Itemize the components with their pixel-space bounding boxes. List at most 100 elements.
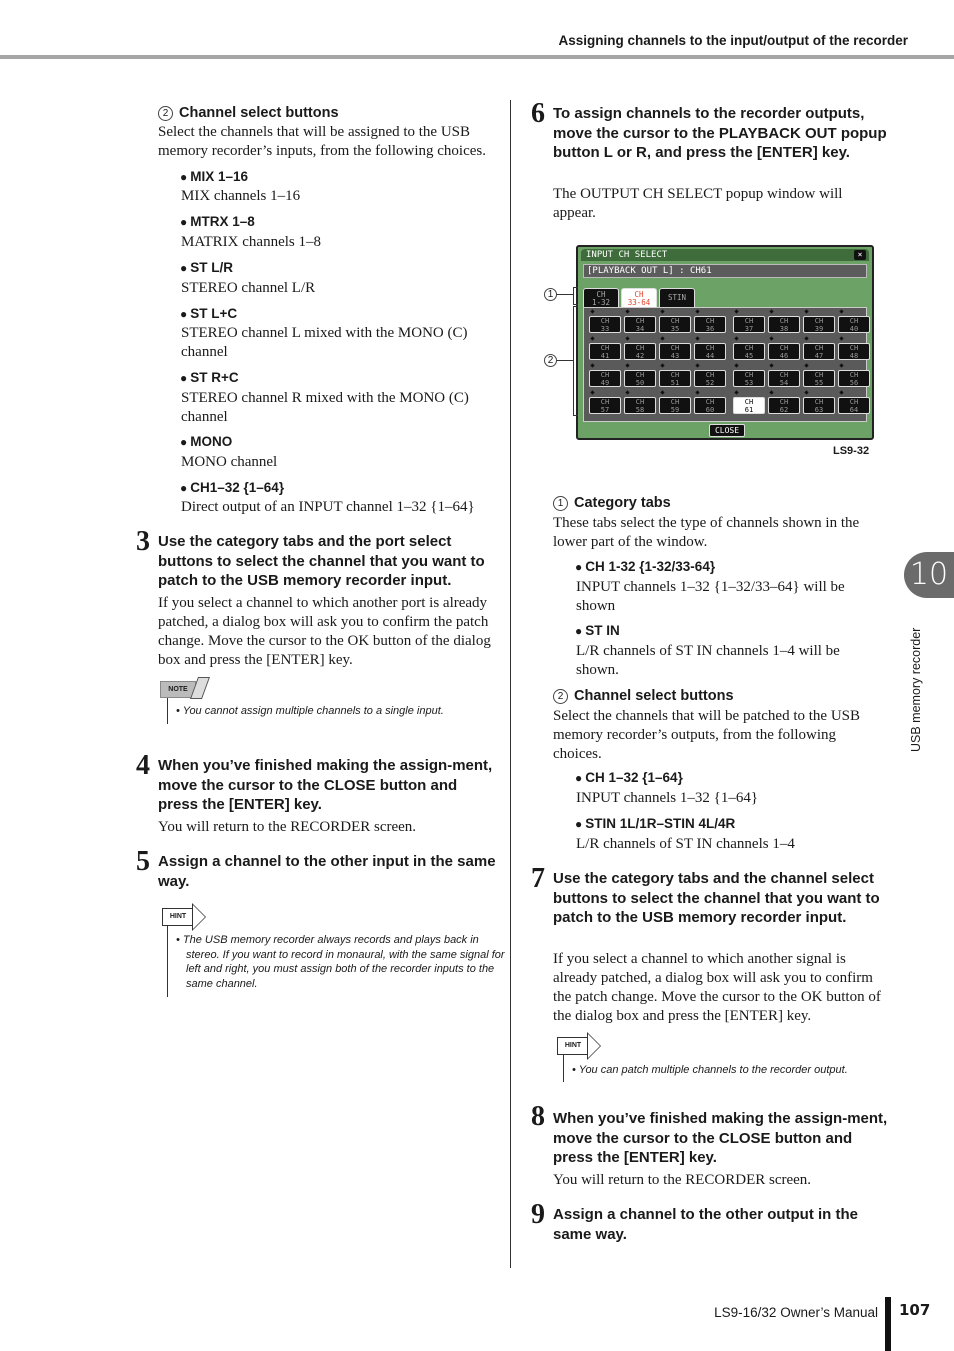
patch-indicator-icon [839,336,844,341]
channel-button-56[interactable]: CH 56 [838,370,870,387]
channel-button-57[interactable]: CH 57 [589,397,621,414]
choice-desc: STEREO channel L/R [181,280,316,296]
patch-indicator-icon [625,390,630,395]
patch-indicator-icon [769,309,774,314]
footer-manual-title: LS9-16/32 Owner’s Manual [714,1305,878,1320]
channel-button-62[interactable]: CH 62 [768,397,800,414]
step-instruction: To assign channels to the recorder outpu… [553,105,887,161]
close-button[interactable]: CLOSE [709,424,745,437]
step-instruction: When you’ve finished making the assign-m… [553,1110,888,1166]
figure-caption: LS9-32 [833,445,870,457]
step-number: 4 [136,750,150,781]
channel-button-64[interactable]: CH 64 [838,397,870,414]
channel-button-48[interactable]: CH 48 [838,343,870,360]
patch-indicator-icon [695,336,700,341]
patch-indicator-icon [839,309,844,314]
channel-button-43[interactable]: CH 43 [659,343,691,360]
patch-indicator-icon [625,336,630,341]
choice-label: CH 1–32 {1–64} [575,770,683,785]
channel-button-53[interactable]: CH 53 [733,370,765,387]
step-number: 8 [531,1101,545,1132]
hint-label: HINT [162,908,194,926]
choice-label: MIX 1–16 [180,169,248,184]
step-number: 3 [136,526,150,557]
choice-desc: STEREO channel R mixed with the MONO (C)… [181,390,469,425]
choice-desc: INPUT channels 1–32 {1–32/33–64} will be… [576,579,845,614]
channel-button-38[interactable]: CH 38 [768,316,800,333]
channel-button-60[interactable]: CH 60 [694,397,726,414]
channel-button-55[interactable]: CH 55 [803,370,835,387]
channel-button-34[interactable]: CH 34 [624,316,656,333]
channel-button-63[interactable]: CH 63 [803,397,835,414]
patch-indicator-icon [734,363,739,368]
note-rule [167,698,168,724]
channel-button-50[interactable]: CH 50 [624,370,656,387]
channel-button-42[interactable]: CH 42 [624,343,656,360]
choice-label: CH 1-32 {1-32/33-64} [575,559,715,574]
hint-rule [563,1054,564,1082]
step-instruction: When you’ve finished making the assign-m… [158,757,493,813]
patch-indicator-icon [734,390,739,395]
arrow-icon [587,1032,601,1060]
choice-desc: L/R channels of ST IN channels 1–4 [576,836,795,852]
step-instruction: Use the category tabs and the channel se… [553,870,880,926]
callout-line [556,360,573,361]
patch-indicator-icon [839,363,844,368]
channel-button-51[interactable]: CH 51 [659,370,691,387]
patch-indicator-icon [590,309,595,314]
patch-indicator-icon [660,336,665,341]
choice-label: STIN 1L/1R–STIN 4L/4R [575,816,735,831]
callout-bracket [573,306,578,416]
patch-indicator-icon [625,309,630,314]
channel-button-33[interactable]: CH 33 [589,316,621,333]
channel-button-45[interactable]: CH 45 [733,343,765,360]
choice-desc: INPUT channels 1–32 {1–64} [576,790,759,806]
channel-button-54[interactable]: CH 54 [768,370,800,387]
channel-button-47[interactable]: CH 47 [803,343,835,360]
step-text: If you select a channel to which another… [158,595,491,668]
playback-out-field: [PLAYBACK OUT L] : CH61 [583,264,867,278]
channel-button-39[interactable]: CH 39 [803,316,835,333]
choice-desc: MATRIX channels 1–8 [181,234,321,250]
chapter-tab: 10 [904,552,954,598]
channel-button-41[interactable]: CH 41 [589,343,621,360]
channel-button-61[interactable]: CH 61 [733,397,765,414]
section-text: Select the channels that will be patched… [553,708,861,762]
section-text: These tabs select the type of channels s… [553,515,860,550]
patch-indicator-icon [590,390,595,395]
choice-label: CH1–32 {1–64} [180,480,284,495]
channel-button-46[interactable]: CH 46 [768,343,800,360]
choice-desc: STEREO channel L mixed with the MONO (C)… [181,325,468,360]
channel-button-37[interactable]: CH 37 [733,316,765,333]
step-number: 6 [531,98,545,129]
channel-button-49[interactable]: CH 49 [589,370,621,387]
tab-ch-1-32[interactable]: CH 1-32 [583,288,619,307]
patch-indicator-icon [590,363,595,368]
chapter-name: USB memory recorder [909,627,923,752]
tab-stin[interactable]: STIN [659,288,695,307]
patch-indicator-icon [695,309,700,314]
channel-button-36[interactable]: CH 36 [694,316,726,333]
step-number: 9 [531,1199,545,1230]
patch-indicator-icon [804,363,809,368]
patch-indicator-icon [590,336,595,341]
tab-ch-33-64[interactable]: CH 33-64 [621,288,657,307]
running-header: Assigning channels to the input/output o… [558,33,908,48]
choice-label: ST L+C [180,306,237,321]
step-instruction: Use the category tabs and the port selec… [158,533,485,589]
section-heading-channel-select: 2 Channel select buttons [158,105,339,121]
channel-button-40[interactable]: CH 40 [838,316,870,333]
choice-label: MONO [180,434,232,449]
channel-button-58[interactable]: CH 58 [624,397,656,414]
choice-label: MTRX 1–8 [180,214,255,229]
hint-rule [167,925,168,997]
close-icon[interactable]: × [854,250,866,260]
channel-button-35[interactable]: CH 35 [659,316,691,333]
patch-indicator-icon [695,363,700,368]
channel-button-52[interactable]: CH 52 [694,370,726,387]
section-heading-channel-select: 2 Channel select buttons [553,688,734,704]
footer-bar [885,1297,891,1351]
channel-button-44[interactable]: CH 44 [694,343,726,360]
step-text: You will return to the RECORDER screen. [553,1172,812,1188]
channel-button-59[interactable]: CH 59 [659,397,691,414]
